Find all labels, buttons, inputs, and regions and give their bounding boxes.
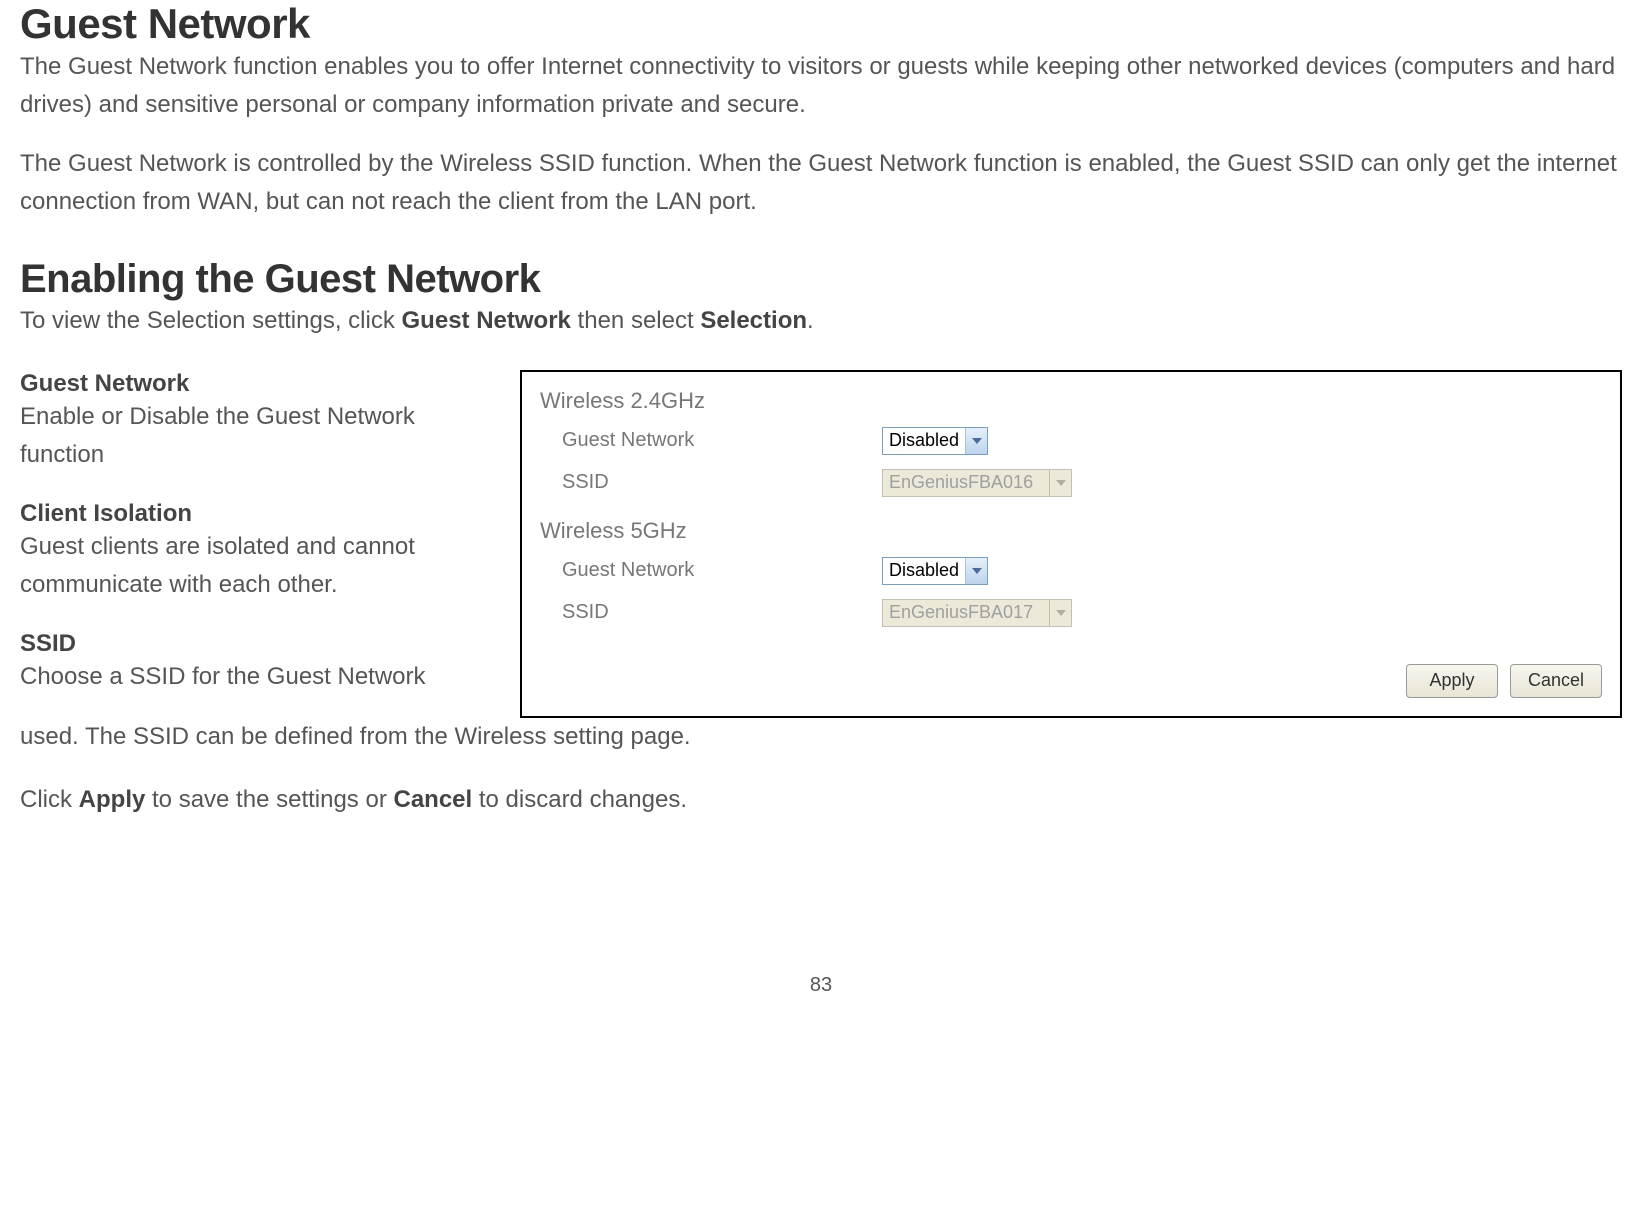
label-5-guest: Guest Network bbox=[562, 559, 882, 582]
definition-title-guest: Guest Network bbox=[20, 370, 490, 398]
select-24-ssid-value: EnGeniusFBA016 bbox=[889, 472, 1033, 493]
intro-paragraph-1: The Guest Network function enables you t… bbox=[20, 48, 1622, 125]
closing-bold-apply: Apply bbox=[79, 786, 146, 813]
text-fragment: . bbox=[807, 307, 814, 334]
label-24-ssid: SSID bbox=[562, 471, 882, 494]
text-fragment: To view the Selection settings, click bbox=[20, 307, 402, 334]
group-heading-5ghz: Wireless 5GHz bbox=[540, 518, 1602, 544]
row-5-ssid: SSID EnGeniusFBA017 bbox=[562, 592, 1602, 634]
select-24-guest-value: Disabled bbox=[889, 430, 959, 451]
select-5-guest-value: Disabled bbox=[889, 560, 959, 581]
definition-body-ssid-line2: used. The SSID can be defined from the W… bbox=[20, 718, 1622, 756]
chevron-down-icon bbox=[965, 558, 987, 584]
chevron-down-icon bbox=[965, 428, 987, 454]
definition-title-ssid: SSID bbox=[20, 630, 490, 658]
select-5-guest[interactable]: Disabled bbox=[882, 557, 988, 585]
definition-body-guest: Enable or Disable the Guest Network func… bbox=[20, 398, 490, 475]
instruction-bold-2: Selection bbox=[700, 307, 807, 334]
definition-body-ssid-line1: Choose a SSID for the Guest Network bbox=[20, 658, 490, 696]
select-24-guest[interactable]: Disabled bbox=[882, 427, 988, 455]
cancel-button[interactable]: Cancel bbox=[1510, 664, 1602, 698]
label-5-ssid: SSID bbox=[562, 601, 882, 624]
intro-paragraph-2: The Guest Network is controlled by the W… bbox=[20, 145, 1622, 222]
section-title: Enabling the Guest Network bbox=[20, 257, 1622, 302]
definition-body-isolation: Guest clients are isolated and cannot co… bbox=[20, 528, 490, 605]
group-heading-24ghz: Wireless 2.4GHz bbox=[540, 388, 1602, 414]
select-5-ssid[interactable]: EnGeniusFBA017 bbox=[882, 599, 1072, 627]
apply-button[interactable]: Apply bbox=[1406, 664, 1498, 698]
text-fragment: to save the settings or bbox=[145, 786, 393, 813]
select-5-ssid-value: EnGeniusFBA017 bbox=[889, 602, 1033, 623]
text-fragment: to discard changes. bbox=[472, 786, 687, 813]
instruction-bold-1: Guest Network bbox=[402, 307, 571, 334]
definition-title-isolation: Client Isolation bbox=[20, 500, 490, 528]
row-24-guest: Guest Network Disabled bbox=[562, 420, 1602, 462]
chevron-down-icon bbox=[1049, 470, 1071, 496]
row-5-guest: Guest Network Disabled bbox=[562, 550, 1602, 592]
closing-instruction: Click Apply to save the settings or Canc… bbox=[20, 786, 1622, 814]
label-24-guest: Guest Network bbox=[562, 429, 882, 452]
chevron-down-icon bbox=[1049, 600, 1071, 626]
page-number: 83 bbox=[20, 974, 1622, 997]
text-fragment: then select bbox=[571, 307, 700, 334]
row-24-ssid: SSID EnGeniusFBA016 bbox=[562, 462, 1602, 504]
page-title: Guest Network bbox=[20, 0, 1622, 48]
select-24-ssid[interactable]: EnGeniusFBA016 bbox=[882, 469, 1072, 497]
settings-panel: Wireless 2.4GHz Guest Network Disabled S… bbox=[520, 370, 1622, 718]
text-fragment: Click bbox=[20, 786, 79, 813]
instruction-text: To view the Selection settings, click Gu… bbox=[20, 302, 1622, 340]
closing-bold-cancel: Cancel bbox=[393, 786, 472, 813]
